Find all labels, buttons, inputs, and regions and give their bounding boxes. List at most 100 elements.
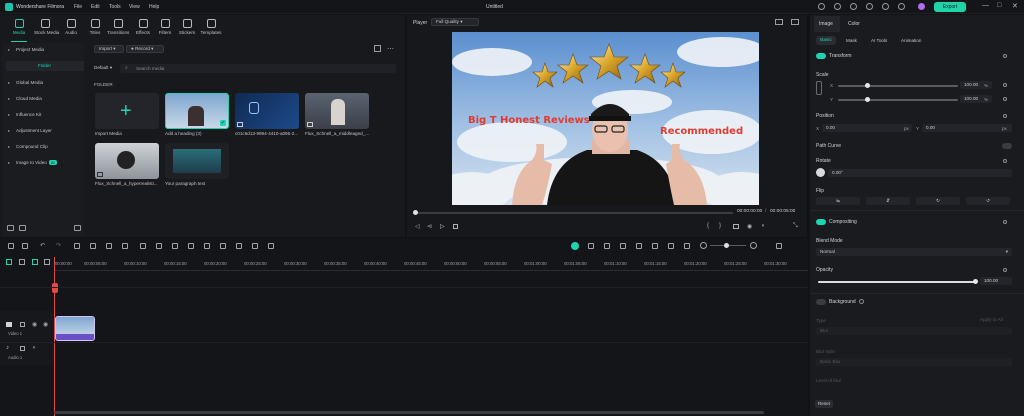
media-thumb-flux-hyperrealistic[interactable] [95,143,159,179]
info-icon[interactable] [859,299,864,304]
volume-icon[interactable]: ◖ [761,223,765,229]
blend-mode-dropdown[interactable]: Normal ▾ [816,248,1012,256]
keyframe-icon[interactable] [1003,114,1007,118]
search-input[interactable]: ⌕ Search media [120,64,396,73]
rotate-dial[interactable] [816,168,825,177]
layout-icon[interactable] [8,243,14,249]
rotate-input[interactable]: 0.00° [828,169,1012,177]
playhead-marker[interactable] [52,283,58,293]
keyframe-icon[interactable] [1003,159,1007,163]
opacity-input[interactable]: 100.00 [980,277,1012,285]
camera-icon[interactable]: ◉ [747,223,752,230]
sidebar-item-global-media[interactable]: Global Media [6,78,84,88]
export-button[interactable]: Export [934,2,966,12]
mark-out-icon[interactable]: } [719,223,721,229]
subtab-mask[interactable]: Mask [846,38,857,43]
menu-help[interactable]: Help [149,4,159,10]
keyframe-icon[interactable] [1003,220,1007,224]
subtab-ai-tools[interactable]: AI Tools [871,38,887,43]
monitor-icon[interactable] [818,3,825,10]
display-icon[interactable] [733,224,739,229]
playback-scrubber[interactable] [413,212,733,214]
time-ruler[interactable]: 00:00:00 00:00:05:00 00:00:10:00 00:00:1… [54,257,808,271]
import-media-tile[interactable]: + [95,93,159,129]
keyframe-icon[interactable] [1003,54,1007,58]
apply-all-button[interactable]: Apply to All [980,317,1003,322]
tab-image[interactable]: Image [814,16,840,32]
screenshot-icon[interactable] [791,19,799,25]
visibility-icon[interactable]: ◉ [43,321,48,328]
subtab-animation[interactable]: Animation [901,38,921,43]
link-icon[interactable] [19,259,25,265]
marker-icon[interactable] [604,243,610,249]
fullscreen-icon[interactable]: ⤡ [793,223,798,230]
path-curve-toggle[interactable] [1002,143,1012,149]
split-icon[interactable] [90,243,96,249]
zoom-in-icon[interactable] [750,242,757,249]
blur-style-dropdown[interactable]: Basic Blur [816,358,1012,366]
close-button[interactable]: ✕ [1012,2,1018,10]
tab-media[interactable]: Media [8,17,30,42]
lock-icon[interactable] [20,322,25,327]
group-icon[interactable] [252,243,258,249]
keyframe-icon[interactable] [1003,83,1007,87]
sidebar-item-compound-clip[interactable]: Compound Clip [6,142,84,152]
new-folder-icon[interactable] [7,225,14,231]
sidebar-item-adjustment-layer[interactable]: Adjustment Layer [6,126,84,136]
track-icon[interactable] [684,243,690,249]
timeline-scrollbar[interactable] [54,411,764,414]
render-icon[interactable] [588,243,594,249]
tab-titles[interactable]: Titles [84,17,106,39]
scale-x-handle[interactable] [865,83,870,88]
snapshot-icon[interactable] [652,243,658,249]
speaker-icon[interactable]: ◖ [32,345,36,351]
transform-toggle[interactable] [816,53,826,59]
menu-file[interactable]: File [74,4,82,10]
shield-tool-icon[interactable] [620,243,626,249]
reset-button[interactable]: Reset [815,400,833,408]
background-toggle[interactable] [816,299,826,305]
media-thumb-flux-middleaged[interactable] [305,93,369,129]
pos-x-input[interactable]: 0.00 [822,124,912,132]
more-tools-icon[interactable] [268,243,274,249]
keyframe-icon[interactable] [1003,97,1007,101]
menu-tools[interactable]: Tools [109,4,121,10]
stop-icon[interactable] [453,224,458,229]
video-clip[interactable] [55,316,95,341]
menu-edit[interactable]: Edit [91,4,100,10]
delete-icon[interactable] [74,243,80,249]
subtab-basic[interactable]: Basic [816,36,836,45]
select-tool-icon[interactable] [22,243,28,249]
pos-y-input[interactable]: 0.00 [922,124,1012,132]
scrubber-handle[interactable] [413,210,418,215]
tab-color[interactable]: Color [848,21,860,27]
text-icon[interactable] [122,243,128,249]
play-icon[interactable]: ▷ [440,223,445,230]
maximize-button[interactable]: □ [997,2,1001,9]
color-icon[interactable] [156,243,162,249]
compare-icon[interactable] [775,19,783,25]
sidebar-item-folder[interactable]: Folder [6,61,84,71]
tab-transitions[interactable]: Transitions [107,17,129,39]
scale-y-slider[interactable] [838,99,958,101]
compositing-toggle[interactable] [816,219,826,225]
user-icon[interactable] [834,3,841,10]
tab-templates[interactable]: Templates [200,17,222,39]
speed-icon[interactable] [188,243,194,249]
add-track-icon[interactable] [6,259,12,265]
cloud-icon[interactable] [850,3,857,10]
snap-icon[interactable] [32,259,38,265]
step-back-icon[interactable]: ⊲ [427,223,432,230]
redo-icon[interactable]: ↷ [56,242,61,249]
sticker-icon[interactable] [172,243,178,249]
flip-vertical-button[interactable]: ⇵ [866,197,910,205]
crop-zoom-icon[interactable] [140,243,146,249]
download-icon[interactable] [898,3,905,10]
tab-filters[interactable]: Filters [154,17,176,39]
sidebar-item-influence-kit[interactable]: Influence Kit [6,110,84,120]
flip-horizontal-button[interactable]: ⇋ [816,197,860,205]
tab-effects[interactable]: Effects [132,17,154,39]
more-icon[interactable]: ⋯ [387,45,394,53]
crop-icon[interactable] [106,243,112,249]
tab-audio[interactable]: Audio [60,17,82,39]
